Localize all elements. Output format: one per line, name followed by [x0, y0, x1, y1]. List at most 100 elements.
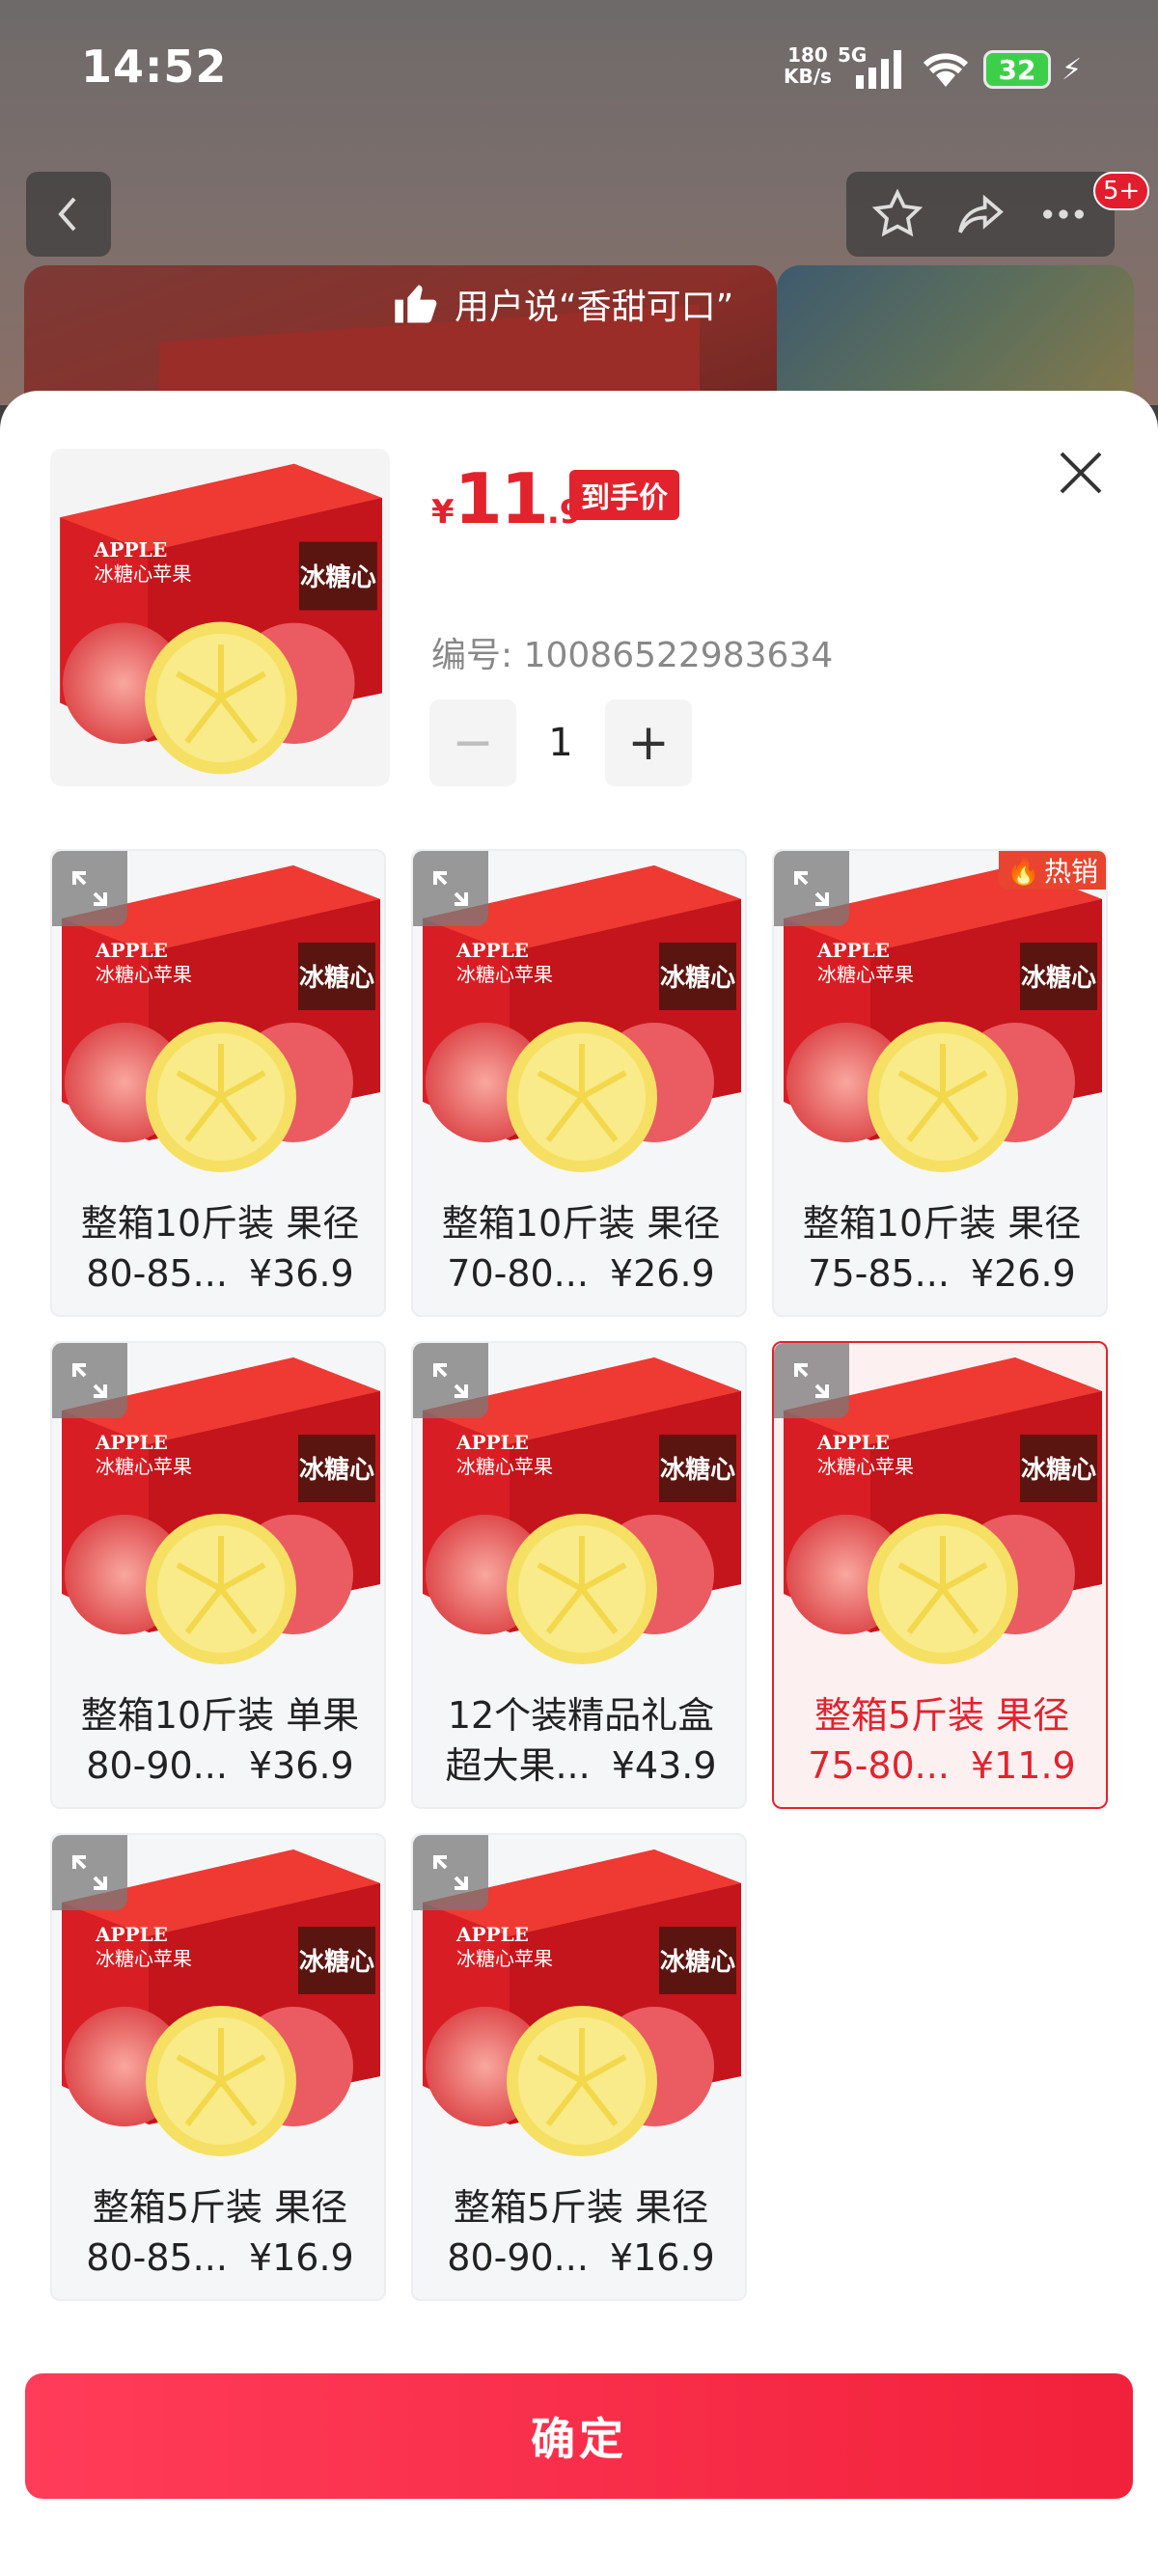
svg-text:冰糖心: 冰糖心	[660, 963, 735, 993]
close-icon[interactable]	[1052, 444, 1110, 502]
final-price-tag: 到手价	[569, 470, 679, 520]
sku-selection-sheet: 冰糖心 APPLE 冰糖心苹果 ¥ 11 .9 到手价 编号: 10086522…	[0, 391, 1158, 2576]
sku-option-subline: 75-80... ¥11.9	[774, 1740, 1106, 1791]
sku-option-label: 整箱10斤装 果径 75-85... ¥26.9	[774, 1198, 1106, 1299]
svg-text:APPLE: APPLE	[95, 1923, 168, 1946]
sku-option-label: 12个装精品礼盒 超大果... ¥43.9	[413, 1690, 745, 1791]
expand-image-button[interactable]	[774, 851, 849, 926]
expand-icon	[433, 1363, 468, 1398]
svg-text:冰糖心苹果: 冰糖心苹果	[817, 963, 914, 986]
sku-option-card[interactable]: 冰糖心 APPLE 冰糖心苹果 整箱5斤装 果径 80-90... ¥16.9	[411, 1833, 747, 2301]
status-bar: 14:52 180 KB/s 5G 32 ⚡	[0, 0, 1158, 145]
apple-box-image: 冰糖心 APPLE 冰糖心苹果	[60, 463, 382, 775]
sku-option-price: ¥26.9	[609, 1252, 715, 1295]
svg-text:冰糖心: 冰糖心	[299, 1947, 374, 1977]
hot-sale-label: 热销	[1043, 856, 1098, 888]
svg-text:APPLE: APPLE	[95, 939, 168, 962]
flame-icon: 🔥	[1006, 854, 1040, 887]
sku-option-title: 12个装精品礼盒	[447, 1694, 715, 1737]
expand-icon	[72, 1855, 107, 1890]
expand-image-button[interactable]	[52, 1343, 127, 1418]
sku-option-title: 整箱10斤装 果径	[802, 1202, 1082, 1245]
price-integer: 11	[454, 458, 549, 539]
background-banner-text: 用户说“香甜可口”	[455, 288, 734, 327]
svg-text:冰糖心: 冰糖心	[300, 562, 376, 592]
sku-option-price: ¥36.9	[248, 1744, 354, 1787]
sku-option-price: ¥36.9	[248, 1252, 354, 1295]
sku-option-card[interactable]: 冰糖心 APPLE 冰糖心苹果 整箱5斤装 果径 80-85... ¥16.9	[50, 1833, 386, 2301]
expand-icon	[433, 1855, 468, 1890]
sku-option-title: 整箱10斤装 果径	[441, 1202, 721, 1245]
sku-option-card[interactable]: 冰糖心 APPLE 冰糖心苹果 整箱10斤装 果径 80-85... ¥36.9	[50, 849, 386, 1317]
expand-image-button[interactable]	[774, 1343, 849, 1418]
sku-option-title: 整箱10斤装 单果	[80, 1694, 360, 1737]
sku-option-price: ¥43.9	[611, 1744, 717, 1787]
sku-option-title: 整箱5斤装 果径	[813, 1694, 1070, 1737]
expand-image-button[interactable]	[52, 851, 127, 926]
sku-option-card[interactable]: 冰糖心 APPLE 冰糖心苹果 12个装精品礼盒 超大果... ¥43.9	[411, 1341, 747, 1809]
sku-option-card[interactable]: 冰糖心 APPLE 冰糖心苹果 整箱5斤装 果径 75-80... ¥11.9	[772, 1341, 1108, 1809]
sku-option-card[interactable]: 冰糖心 APPLE 冰糖心苹果 整箱10斤装 果径 75-85... ¥26.9…	[772, 849, 1108, 1317]
expand-image-button[interactable]	[413, 851, 488, 926]
sku-option-card[interactable]: 冰糖心 APPLE 冰糖心苹果 整箱10斤装 果径 70-80... ¥26.9	[411, 849, 747, 1317]
svg-text:APPLE: APPLE	[94, 538, 168, 562]
sku-option-price: ¥26.9	[970, 1252, 1076, 1295]
sku-number: 编号: 10086522983634	[431, 636, 834, 675]
decrease-button[interactable]: −	[429, 699, 516, 786]
sku-option-price: ¥16.9	[248, 2236, 354, 2279]
nav-actions	[846, 172, 1115, 257]
quantity-stepper: − 1 +	[429, 699, 692, 786]
svg-text:冰糖心苹果: 冰糖心苹果	[95, 562, 192, 586]
back-button[interactable]	[26, 172, 111, 257]
svg-text:APPLE: APPLE	[816, 1431, 890, 1454]
sku-option-subline: 70-80... ¥26.9	[413, 1248, 745, 1299]
svg-text:APPLE: APPLE	[455, 939, 529, 962]
sku-option-label: 整箱10斤装 果径 80-85... ¥36.9	[52, 1198, 384, 1299]
sku-option-label: 整箱10斤装 单果 80-90... ¥36.9	[52, 1690, 384, 1791]
thumbs-up-icon	[395, 285, 437, 323]
sku-option-spec: 超大果...	[445, 1744, 591, 1787]
expand-icon	[794, 1363, 829, 1398]
message-badge: 5+	[1093, 172, 1150, 210]
price-currency: ¥	[431, 493, 455, 532]
sku-option-title: 整箱5斤装 果径	[453, 2186, 709, 2229]
svg-text:冰糖心: 冰糖心	[299, 1455, 374, 1485]
selected-product-image[interactable]: 冰糖心 APPLE 冰糖心苹果	[50, 449, 390, 786]
sku-option-subline: 80-85... ¥36.9	[52, 1248, 384, 1299]
quantity-value[interactable]: 1	[516, 721, 605, 765]
sku-option-spec: 75-85...	[808, 1252, 950, 1295]
svg-text:冰糖心苹果: 冰糖心苹果	[96, 1947, 192, 1970]
increase-button[interactable]: +	[605, 699, 692, 786]
svg-text:冰糖心苹果: 冰糖心苹果	[456, 963, 553, 986]
star-icon[interactable]	[870, 187, 924, 241]
expand-icon	[72, 871, 107, 906]
charging-icon: ⚡	[1062, 53, 1083, 87]
hot-sale-badge: 🔥 热销	[999, 851, 1106, 890]
more-icon[interactable]	[1036, 187, 1090, 241]
svg-text:APPLE: APPLE	[455, 1923, 529, 1946]
expand-image-button[interactable]	[52, 1835, 127, 1910]
svg-text:冰糖心苹果: 冰糖心苹果	[817, 1455, 914, 1478]
expand-image-button[interactable]	[413, 1835, 488, 1910]
sku-option-card[interactable]: 冰糖心 APPLE 冰糖心苹果 整箱10斤装 单果 80-90... ¥36.9	[50, 1341, 386, 1809]
sku-option-spec: 75-80...	[808, 1744, 950, 1787]
expand-icon	[72, 1363, 107, 1398]
expand-icon	[794, 871, 829, 906]
confirm-button[interactable]: 确定	[25, 2373, 1133, 2499]
sku-option-label: 整箱5斤装 果径 75-80... ¥11.9	[774, 1690, 1106, 1791]
svg-text:冰糖心苹果: 冰糖心苹果	[96, 963, 192, 986]
sku-option-spec: 80-90...	[447, 2236, 589, 2279]
sku-option-price: ¥16.9	[609, 2236, 715, 2279]
svg-text:冰糖心苹果: 冰糖心苹果	[456, 1455, 553, 1478]
sku-option-label: 整箱10斤装 果径 70-80... ¥26.9	[413, 1198, 745, 1299]
expand-image-button[interactable]	[413, 1343, 488, 1418]
sku-option-title: 整箱10斤装 果径	[80, 1202, 360, 1245]
svg-text:冰糖心: 冰糖心	[1021, 963, 1096, 993]
sku-option-spec: 80-90...	[86, 1744, 228, 1787]
svg-text:冰糖心苹果: 冰糖心苹果	[96, 1455, 192, 1478]
background-review-banner: 用户说“香甜可口”	[391, 270, 733, 338]
svg-text:冰糖心: 冰糖心	[660, 1455, 735, 1485]
share-icon[interactable]	[953, 187, 1007, 241]
network-speed: 180 KB/s	[784, 44, 832, 87]
sku-option-label: 整箱5斤装 果径 80-90... ¥16.9	[413, 2182, 745, 2283]
